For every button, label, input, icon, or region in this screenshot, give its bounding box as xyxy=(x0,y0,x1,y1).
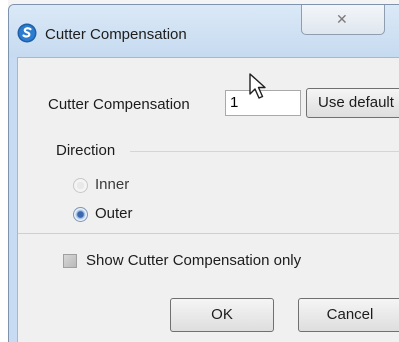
direction-group-divider xyxy=(130,151,399,152)
inner-radio-label: Inner xyxy=(95,176,130,193)
section-divider xyxy=(18,233,399,234)
show-only-label: Show Cutter Compensation only xyxy=(86,252,302,269)
app-logo-icon xyxy=(17,23,37,43)
ok-button[interactable]: OK xyxy=(170,298,274,332)
dialog-title: Cutter Compensation xyxy=(45,26,187,43)
background-edge xyxy=(0,0,8,342)
cutter-compensation-dialog: Cutter Compensation ✕ Cutter Compensatio… xyxy=(8,4,399,342)
use-default-button[interactable]: Use default xyxy=(306,88,399,118)
screen: Cutter Compensation ✕ Cutter Compensatio… xyxy=(0,0,399,342)
cancel-button[interactable]: Cancel xyxy=(298,298,399,332)
outer-radio-label: Outer xyxy=(95,205,133,222)
close-icon: ✕ xyxy=(336,11,348,27)
inner-radio[interactable] xyxy=(73,178,88,193)
outer-radio[interactable] xyxy=(73,207,88,222)
show-only-checkbox[interactable] xyxy=(63,254,77,268)
mouse-pointer-icon xyxy=(249,73,266,99)
title-bar[interactable]: Cutter Compensation ✕ xyxy=(9,5,399,57)
direction-group-label: Direction xyxy=(56,142,116,159)
cutter-compensation-label: Cutter Compensation xyxy=(48,96,190,113)
dialog-body: Cutter Compensation 1 Use default Direct… xyxy=(17,57,399,342)
close-button[interactable]: ✕ xyxy=(301,5,385,35)
